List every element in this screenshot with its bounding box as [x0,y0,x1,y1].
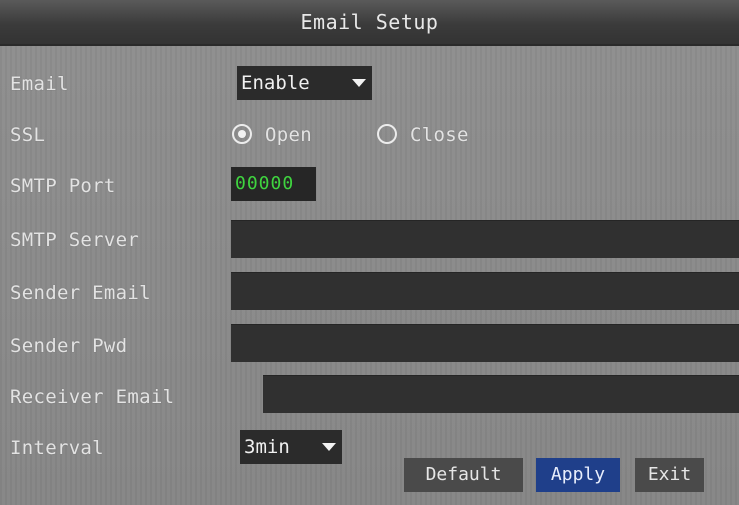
receiver-email-field[interactable] [263,375,739,413]
apply-button[interactable]: Apply [536,458,620,492]
sender-email-label: Sender Email [10,282,151,304]
sender-pwd-field[interactable] [231,324,739,362]
chevron-down-icon [322,443,336,451]
default-button[interactable]: Default [404,458,523,492]
ssl-label: SSL [10,124,46,146]
interval-label: Interval [10,437,104,459]
receiver-email-label: Receiver Email [10,386,175,408]
smtp-server-label: SMTP Server [10,229,140,251]
email-dropdown-value: Enable [241,72,310,94]
ssl-close-radio[interactable] [377,124,397,144]
interval-dropdown-value: 3min [244,436,290,458]
chevron-down-icon [352,79,366,87]
smtp-server-field[interactable] [231,220,739,258]
ssl-open-radio[interactable] [232,124,252,144]
sender-pwd-label: Sender Pwd [10,335,128,357]
email-setup-dialog: Email Setup Email Enable SSL Open Close … [0,0,739,505]
email-dropdown[interactable]: Enable [237,66,372,100]
dialog-title: Email Setup [300,10,439,34]
smtp-port-field[interactable]: 00000 [231,167,316,201]
ssl-close-label: Close [410,124,469,146]
title-bar: Email Setup [0,0,739,46]
exit-button[interactable]: Exit [635,458,704,492]
sender-email-field[interactable] [231,272,739,310]
smtp-port-label: SMTP Port [10,175,116,197]
email-label: Email [10,73,69,95]
interval-dropdown[interactable]: 3min [240,430,342,464]
radio-selected-dot [238,130,246,138]
ssl-open-label: Open [265,124,312,146]
